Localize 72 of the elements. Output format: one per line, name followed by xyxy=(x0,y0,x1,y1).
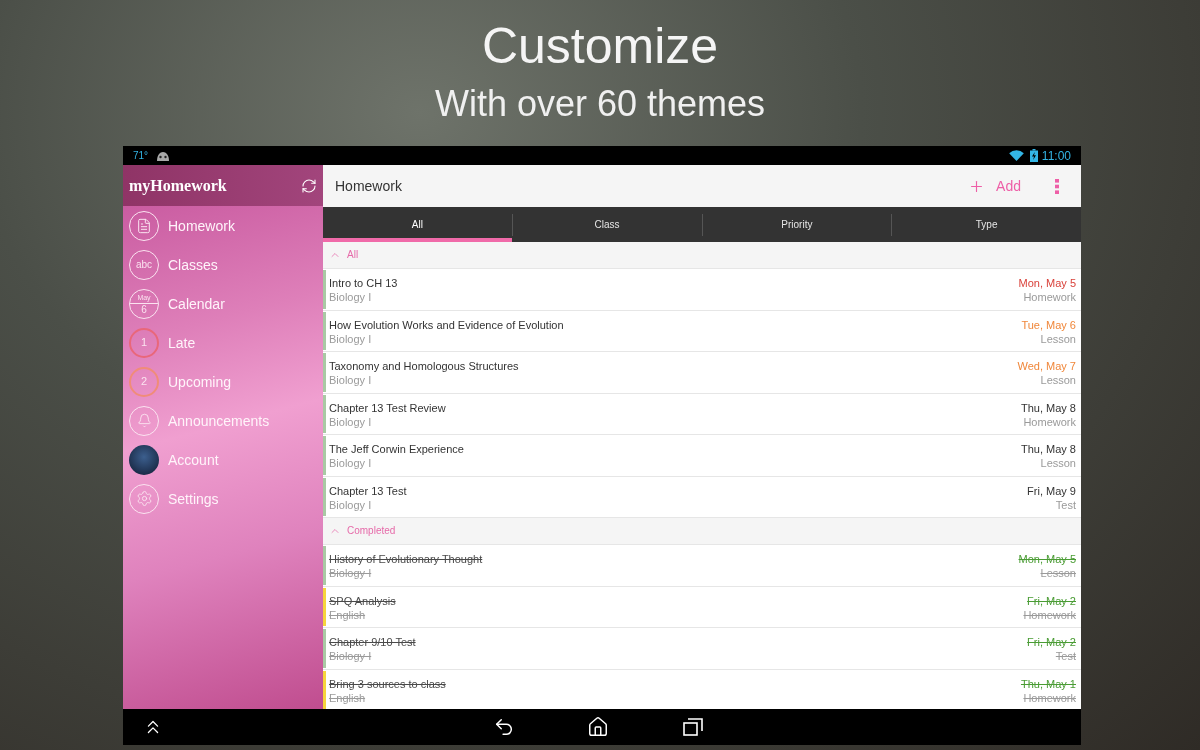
day-label: 6 xyxy=(141,304,147,317)
headline-title: Customize xyxy=(481,20,719,72)
temperature-text: 71° xyxy=(133,150,149,161)
count-badge: 2 xyxy=(129,366,159,397)
row-title: How Evolution Works and Evidence of Evolution xyxy=(329,317,564,332)
row-type: Homework xyxy=(1023,690,1076,705)
row-title: Chapter 9/10 Test xyxy=(329,635,416,649)
list-row[interactable]: How Evolution Works and Evidence of Evolution Biology I Tue, May 6 Lesson xyxy=(323,310,1081,352)
row-title: The Jeff Corwin Experience xyxy=(329,442,464,456)
row-type: Test xyxy=(1055,497,1076,512)
row-type: Homework xyxy=(1023,414,1076,429)
row-date: Fri, May 2 xyxy=(1027,593,1076,608)
headline-subtitle: With over 60 themes xyxy=(434,84,766,124)
row-class: Biology I xyxy=(329,497,372,512)
list-row[interactable]: Intro to CH 13 Biology I Mon, May 5 Homework xyxy=(323,269,1081,311)
more-icon[interactable] xyxy=(1055,178,1059,194)
tab[interactable]: Class xyxy=(512,207,702,242)
wifi-icon xyxy=(1008,150,1024,161)
row-type: Lesson xyxy=(1040,331,1076,346)
list-row[interactable]: History of Evolutionary Thought Biology I Mon, May 5 Lesson xyxy=(323,545,1081,587)
list-row[interactable]: The Jeff Corwin Experience Biology I Thu, May 8 Lesson xyxy=(323,435,1081,477)
tab[interactable]: Priority xyxy=(702,207,892,242)
row-type: Lesson xyxy=(1040,456,1076,470)
row-class: English xyxy=(329,690,366,705)
home-icon[interactable] xyxy=(587,716,609,738)
list-row[interactable]: Chapter 13 Test Biology I Fri, May 9 Test xyxy=(323,476,1081,518)
refresh-icon[interactable] xyxy=(301,177,317,194)
avatar-placeholder xyxy=(129,444,159,475)
row-type: Homework xyxy=(1023,290,1076,304)
section-title: All xyxy=(347,250,359,260)
row-class: Biology I xyxy=(329,290,372,304)
back-icon[interactable] xyxy=(493,716,515,738)
list-row[interactable]: Chapter 13 Test Review Biology I Thu, May 8 Homework xyxy=(323,393,1081,435)
battery-charging-icon xyxy=(1029,149,1038,162)
row-date: Thu, May 1 xyxy=(1020,676,1076,691)
row-date: Fri, May 9 xyxy=(1027,483,1076,498)
row-class: Biology I xyxy=(329,373,372,387)
row-type: Lesson xyxy=(1040,373,1076,387)
row-date: Thu, May 8 xyxy=(1020,442,1076,456)
tab[interactable]: Type xyxy=(892,207,1081,242)
row-title: Bring 3 sources to class xyxy=(329,676,446,691)
app-name: myHomework xyxy=(129,177,227,194)
row-title: Intro to CH 13 xyxy=(329,276,398,290)
row-date: Wed, May 7 xyxy=(1017,359,1076,373)
row-class: Biology I xyxy=(329,566,372,580)
clock-text: 11:00 xyxy=(1041,149,1071,162)
row-title: Chapter 13 Test xyxy=(329,483,407,498)
row-title: SPQ Analysis xyxy=(329,593,396,608)
row-title: Taxonomy and Homologous Structures xyxy=(329,359,519,373)
list-row[interactable]: SPQ Analysis English Fri, May 2 Homework xyxy=(323,586,1081,628)
row-date: Mon, May 5 xyxy=(1018,552,1076,566)
row-class: Biology I xyxy=(329,414,372,429)
list-row[interactable]: Chapter 9/10 Test Biology I Fri, May 2 Test xyxy=(323,628,1081,670)
section-title: Completed xyxy=(347,526,396,536)
row-date: Tue, May 6 xyxy=(1021,317,1076,332)
row-class: Biology I xyxy=(329,456,372,470)
screen-title: Homework xyxy=(335,179,402,193)
row-type: Homework xyxy=(1023,607,1076,622)
row-class: Biology I xyxy=(329,331,372,346)
robot-icon xyxy=(156,150,171,161)
recent-apps-icon[interactable] xyxy=(683,718,703,736)
row-title: History of Evolutionary Thought xyxy=(329,552,483,566)
row-class: English xyxy=(329,607,366,622)
row-type: Test xyxy=(1055,649,1076,663)
row-date: Mon, May 5 xyxy=(1018,276,1076,290)
row-title: Chapter 13 Test Review xyxy=(329,400,446,415)
row-class: Biology I xyxy=(329,649,372,663)
row-date: Fri, May 2 xyxy=(1027,635,1076,649)
count-badge: 1 xyxy=(129,327,159,358)
row-date: Thu, May 8 xyxy=(1020,400,1076,415)
list-row[interactable]: Taxonomy and Homologous Structures Biology I Wed, May 7 Lesson xyxy=(323,352,1081,394)
row-type: Lesson xyxy=(1040,566,1076,580)
